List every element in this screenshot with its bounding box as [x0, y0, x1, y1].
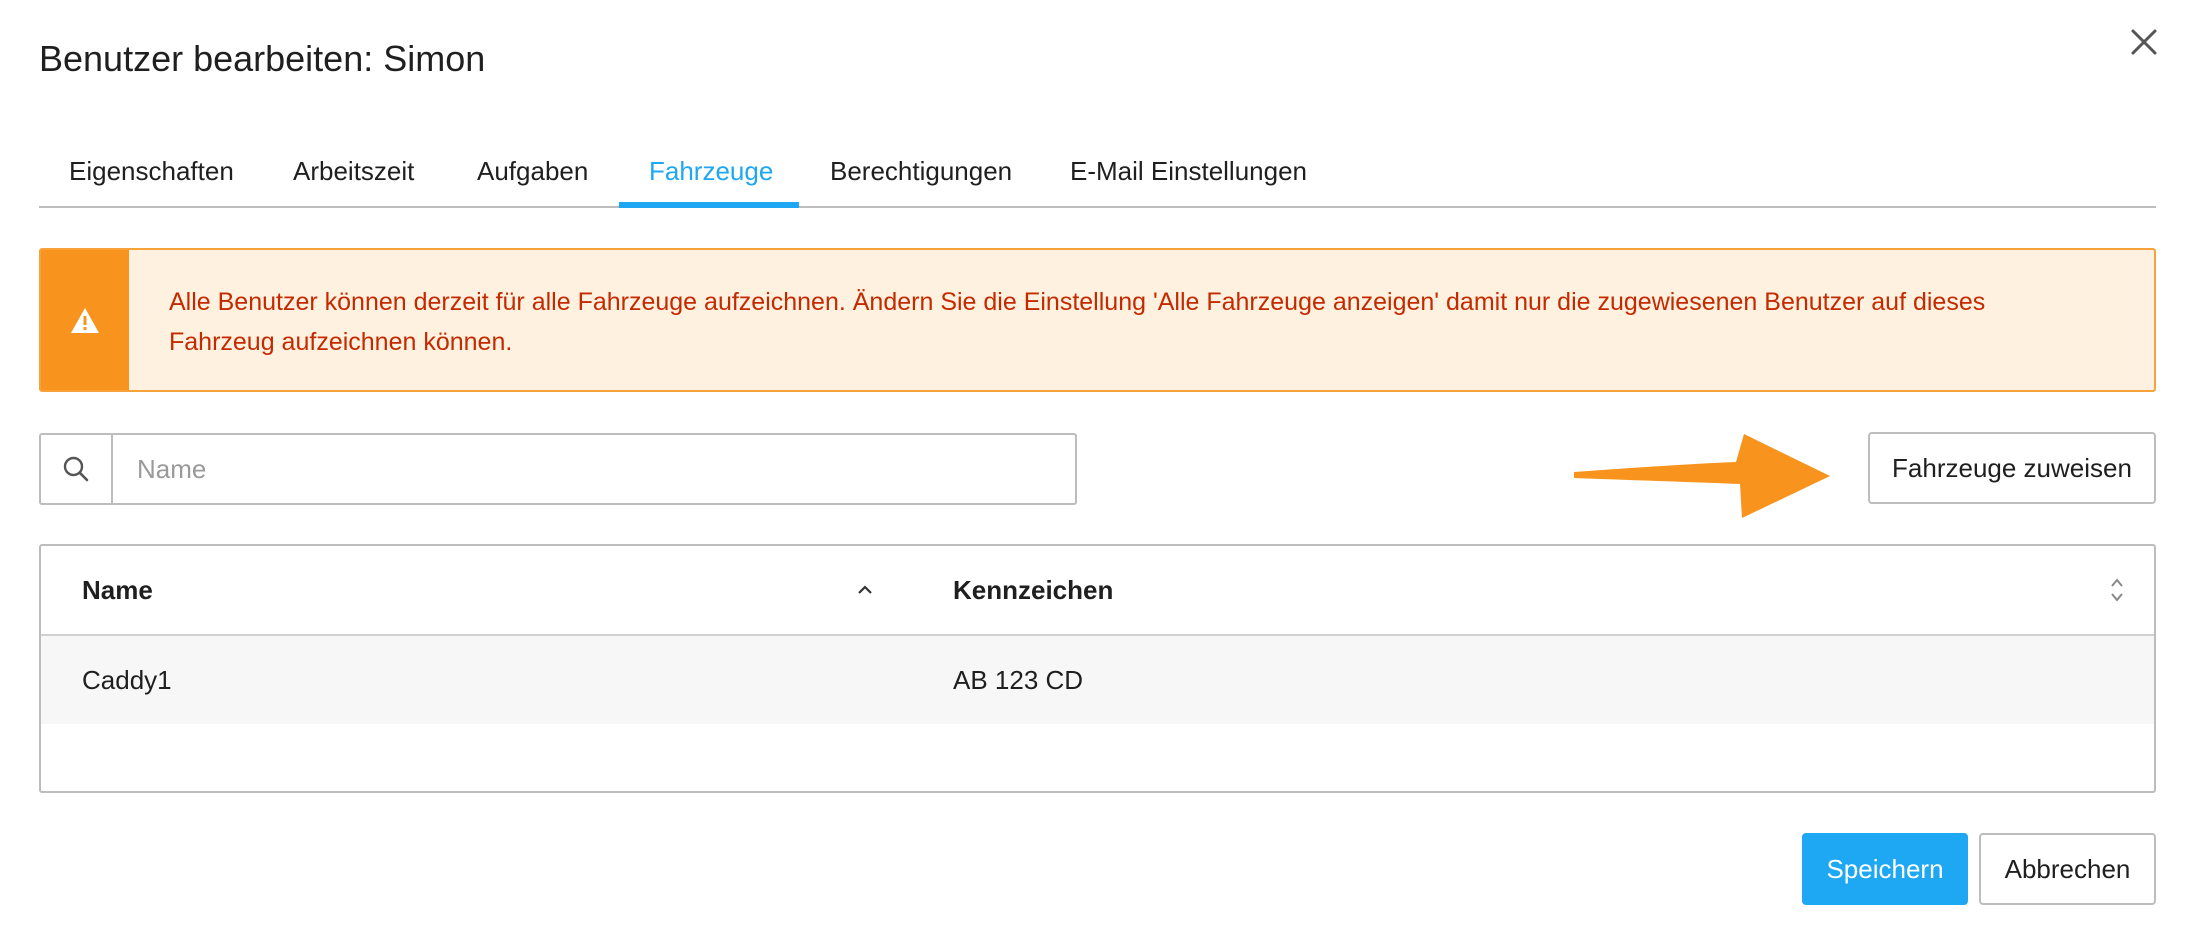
close-button[interactable] [2124, 22, 2164, 62]
search-icon [63, 456, 89, 482]
cell-kennzeichen: AB 123 CD [953, 664, 1084, 695]
tab-bar: Eigenschaften Arbeitszeit Aufgaben Fahrz… [39, 148, 2156, 208]
column-header-kennzeichen[interactable]: Kennzeichen [953, 546, 1113, 634]
alert-message-line-1: Alle Benutzer können derzeit für alle Fa… [169, 288, 1986, 316]
annotation-arrow [1574, 434, 1830, 518]
assign-vehicles-button[interactable]: Fahrzeuge zuweisen [1868, 432, 2156, 504]
tab-email-einstellungen[interactable]: E-Mail Einstellungen [1070, 148, 1307, 208]
edit-user-dialog: Benutzer bearbeiten: Simon Eigenschaften… [0, 0, 2194, 942]
close-icon [2131, 29, 2157, 55]
warning-alert: Alle Benutzer können derzeit für alle Fa… [39, 248, 2156, 392]
tab-eigenschaften[interactable]: Eigenschaften [69, 148, 234, 208]
cancel-button[interactable]: Abbrechen [1979, 833, 2156, 905]
search-box [39, 433, 1077, 505]
dialog-title: Benutzer bearbeiten: Simon [39, 38, 486, 79]
warning-icon [71, 307, 99, 333]
vehicles-table: Name Kennzeichen Caddy1 AB 123 CD [39, 544, 2156, 793]
alert-message-line-2: Fahrzeug aufzeichnen können. [169, 328, 513, 356]
tab-fahrzeuge[interactable]: Fahrzeuge [649, 148, 773, 208]
sort-neutral-icon[interactable] [2108, 546, 2126, 634]
active-tab-indicator [619, 202, 799, 208]
tab-berechtigungen[interactable]: Berechtigungen [830, 148, 1012, 208]
table-row[interactable]: Caddy1 AB 123 CD [41, 636, 2154, 724]
alert-message: Alle Benutzer können derzeit für alle Fa… [129, 250, 2079, 390]
table-header: Name Kennzeichen [41, 546, 2154, 636]
sort-ascending-icon[interactable] [856, 546, 874, 634]
search-input[interactable] [113, 435, 1075, 503]
search-icon-box[interactable] [41, 435, 113, 503]
tab-arbeitszeit[interactable]: Arbeitszeit [293, 148, 414, 208]
column-header-name[interactable]: Name [82, 546, 153, 634]
save-button[interactable]: Speichern [1802, 833, 1968, 905]
cell-name: Caddy1 [82, 664, 172, 695]
tab-aufgaben[interactable]: Aufgaben [477, 148, 588, 208]
alert-icon-box [41, 250, 129, 390]
